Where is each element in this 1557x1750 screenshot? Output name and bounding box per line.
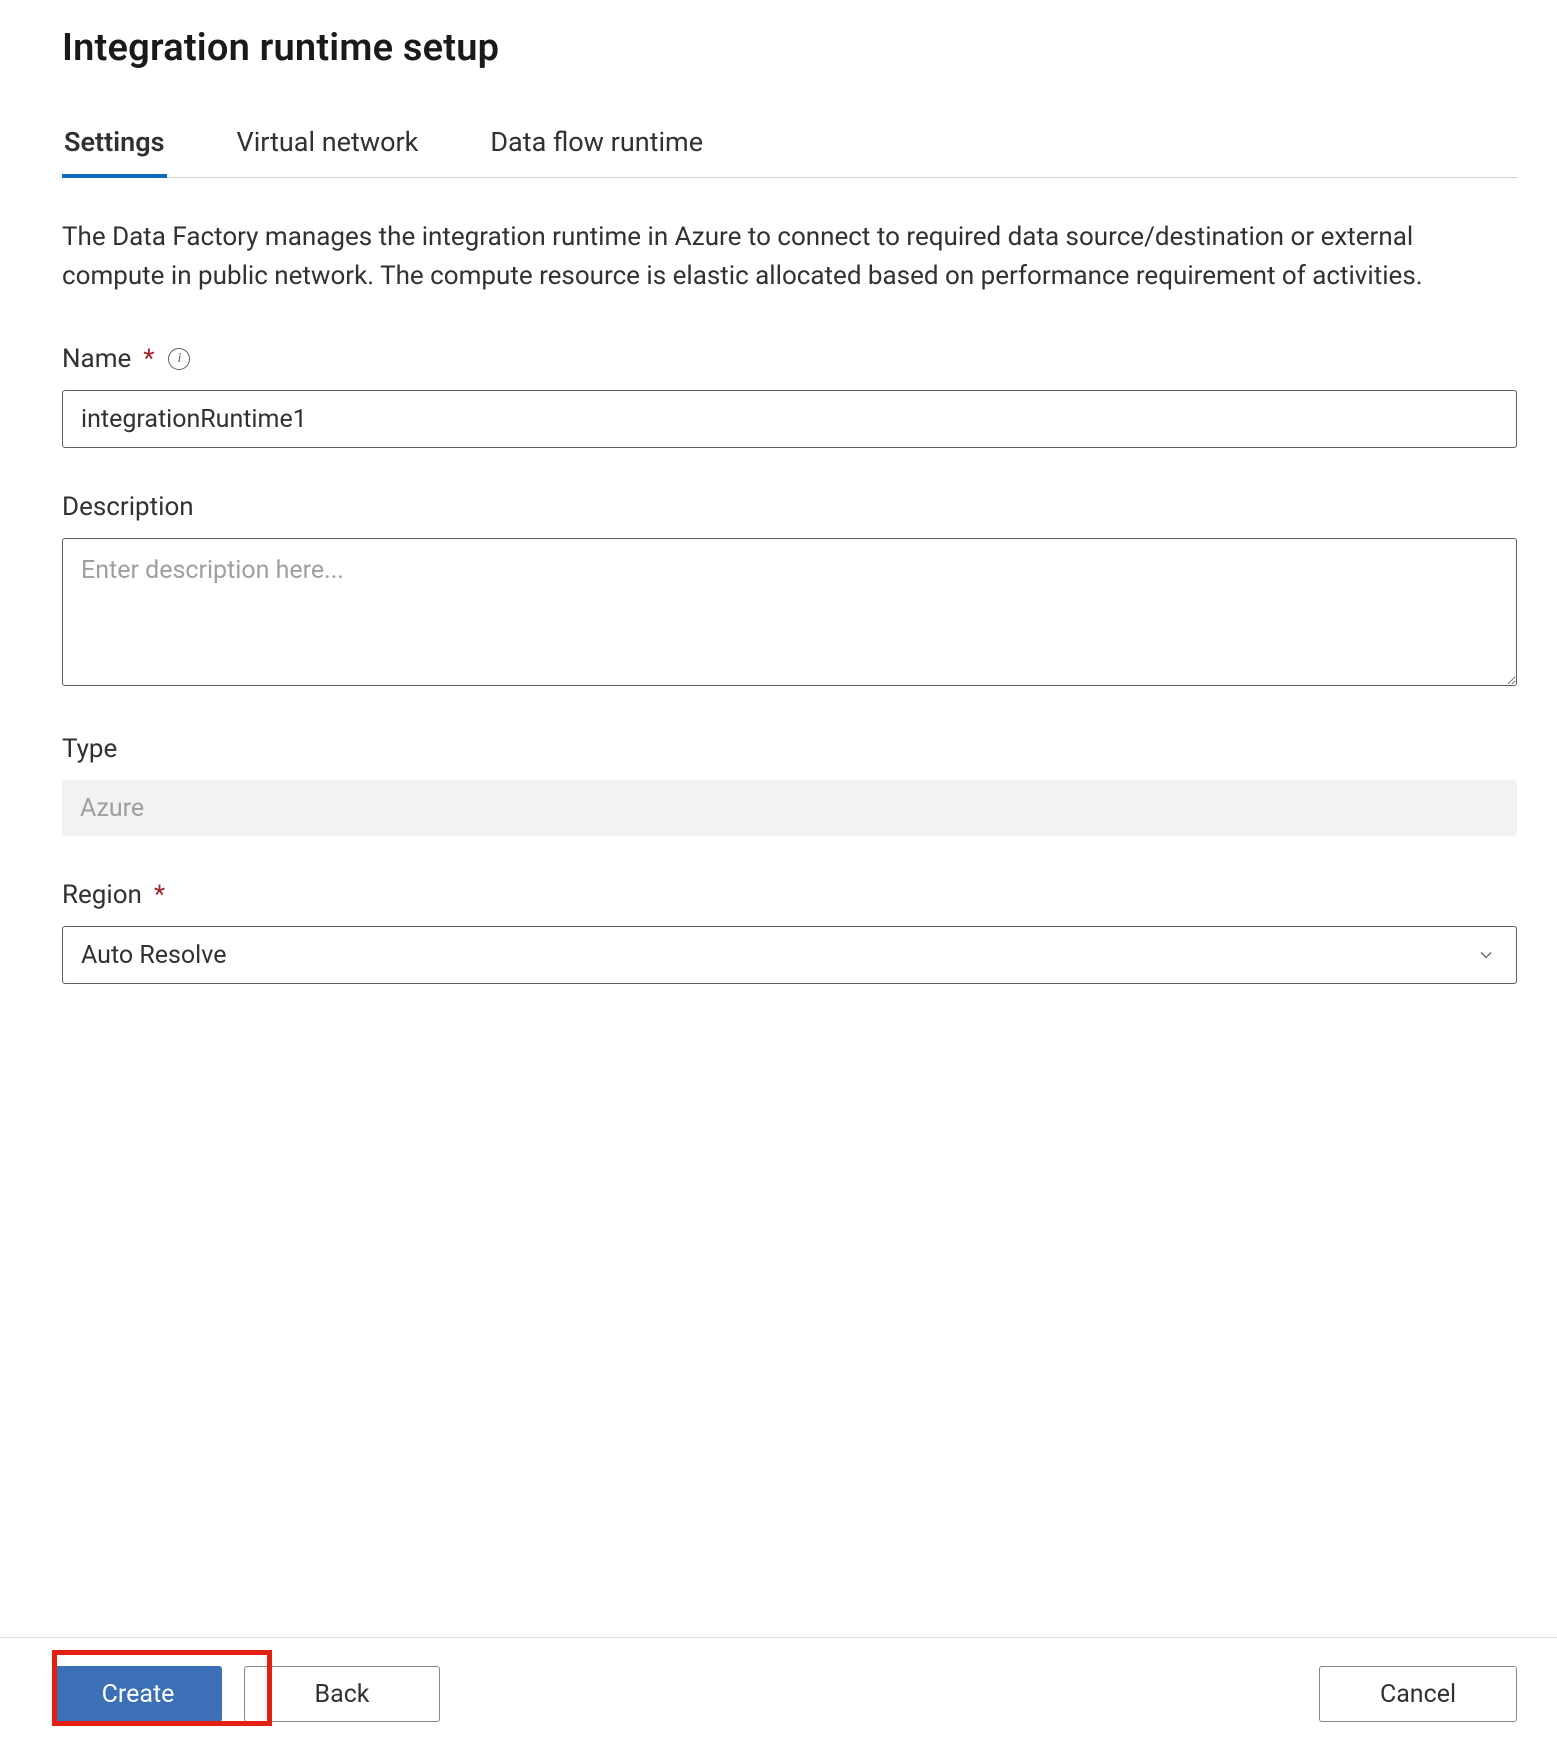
- cancel-button[interactable]: Cancel: [1319, 1666, 1517, 1722]
- back-button[interactable]: Back: [244, 1666, 440, 1722]
- page-title: Integration runtime setup: [62, 26, 1517, 70]
- description-label: Description: [62, 492, 1517, 522]
- tab-data-flow-runtime[interactable]: Data flow runtime: [488, 126, 705, 178]
- type-label: Type: [62, 734, 1517, 764]
- field-group-name: Name * i: [62, 344, 1517, 448]
- create-button[interactable]: Create: [54, 1666, 222, 1722]
- region-label-text: Region: [62, 880, 142, 910]
- name-input[interactable]: [62, 390, 1517, 448]
- info-icon[interactable]: i: [168, 348, 190, 370]
- description-input[interactable]: [62, 538, 1517, 686]
- type-label-text: Type: [62, 734, 117, 764]
- tab-bar: Settings Virtual network Data flow runti…: [62, 126, 1517, 178]
- name-label-text: Name: [62, 344, 131, 374]
- name-label: Name * i: [62, 344, 1517, 374]
- chevron-down-icon: [1476, 945, 1496, 965]
- region-selected-value: Auto Resolve: [81, 941, 226, 970]
- field-group-region: Region * Auto Resolve: [62, 880, 1517, 984]
- region-label: Region *: [62, 880, 1517, 910]
- required-marker: *: [143, 344, 154, 374]
- footer-left: Create Back: [54, 1666, 440, 1722]
- type-readonly-field: Azure: [62, 780, 1517, 836]
- required-marker: *: [154, 880, 165, 910]
- field-group-description: Description: [62, 492, 1517, 690]
- footer: Create Back Cancel: [0, 1637, 1557, 1750]
- description-label-text: Description: [62, 492, 194, 522]
- intro-text: The Data Factory manages the integration…: [62, 218, 1517, 296]
- field-group-type: Type Azure: [62, 734, 1517, 836]
- tab-settings[interactable]: Settings: [62, 126, 167, 178]
- region-select[interactable]: Auto Resolve: [62, 926, 1517, 984]
- tab-virtual-network[interactable]: Virtual network: [235, 126, 421, 178]
